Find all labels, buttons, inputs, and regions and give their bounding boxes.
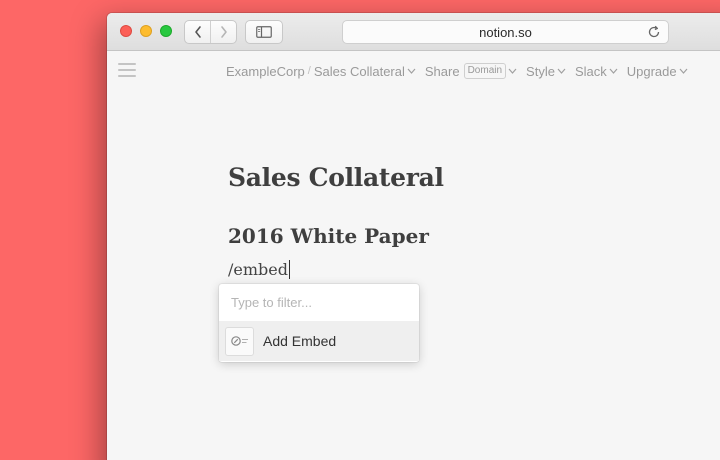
slash-command-menu: Type to filter... Add Embed: [219, 284, 419, 362]
maximize-window-button[interactable]: [160, 25, 172, 37]
share-domain-badge: Domain: [463, 63, 507, 79]
back-button[interactable]: [185, 21, 210, 43]
embed-icon: [225, 326, 254, 356]
breadcrumb-workspace[interactable]: ExampleCorp: [226, 64, 305, 79]
title-bar: notion.so: [107, 13, 720, 51]
chevron-left-icon: [194, 26, 201, 38]
chevron-down-icon[interactable]: [557, 68, 566, 74]
section-heading[interactable]: 2016 White Paper: [228, 224, 429, 248]
reload-icon[interactable]: [647, 25, 661, 39]
address-bar[interactable]: notion.so: [342, 20, 669, 44]
style-button[interactable]: Style: [526, 64, 555, 79]
history-nav: [184, 20, 237, 44]
breadcrumb-page[interactable]: Sales Collateral: [314, 64, 405, 79]
chevron-down-icon[interactable]: [508, 68, 517, 74]
chevron-right-icon: [220, 26, 227, 38]
chevron-down-icon[interactable]: [609, 68, 618, 74]
sidebar-toggle-button[interactable]: [245, 20, 283, 44]
slack-button[interactable]: Slack: [575, 64, 607, 79]
page-title[interactable]: Sales Collateral: [228, 163, 444, 192]
url-text: notion.so: [479, 24, 532, 40]
minimize-window-button[interactable]: [140, 25, 152, 37]
slash-command-text: /embed: [228, 260, 288, 279]
top-navigation: ExampleCorp / Sales Collateral Share Dom…: [226, 62, 688, 80]
close-window-button[interactable]: [120, 25, 132, 37]
menu-icon[interactable]: [118, 63, 136, 77]
share-button[interactable]: Share: [425, 64, 460, 79]
menu-item-add-embed[interactable]: Add Embed: [219, 321, 419, 361]
breadcrumb-separator: /: [307, 65, 311, 77]
browser-window: notion.so ExampleCorp / Sales Collateral…: [107, 13, 720, 460]
chevron-down-icon[interactable]: [679, 68, 688, 74]
text-block[interactable]: /embed: [228, 260, 290, 279]
upgrade-button[interactable]: Upgrade: [627, 64, 677, 79]
chevron-down-icon[interactable]: [407, 68, 416, 74]
sidebar-icon: [256, 26, 272, 38]
filter-input[interactable]: Type to filter...: [219, 284, 419, 321]
text-cursor: [288, 260, 290, 279]
menu-item-label: Add Embed: [263, 333, 337, 349]
forward-button[interactable]: [210, 21, 236, 43]
